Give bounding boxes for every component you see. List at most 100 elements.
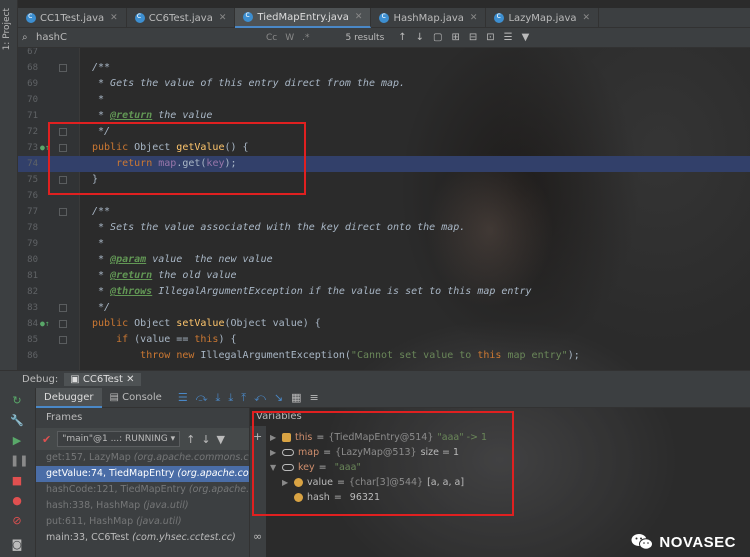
- line-number: 82: [27, 287, 38, 297]
- step-over-icon[interactable]: ⤼: [196, 391, 208, 405]
- close-icon[interactable]: ✕: [110, 13, 118, 23]
- tab-tiedmapentry[interactable]: TiedMapEntry.java ✕: [235, 8, 372, 28]
- wechat-icon: [631, 534, 654, 550]
- regex-toggle[interactable]: .*: [302, 33, 309, 43]
- search-icon[interactable]: ⌕: [22, 32, 36, 43]
- code-line: 68 /**: [18, 60, 750, 76]
- override-marker-icon[interactable]: ●↑: [40, 140, 50, 156]
- run-config-icon: ▣: [70, 374, 83, 385]
- collapse-arrow-icon[interactable]: ▼: [270, 460, 278, 475]
- tab-debugger[interactable]: Debugger: [36, 387, 102, 408]
- previous-occurrence-icon[interactable]: ↑: [398, 32, 406, 43]
- frame-package: (java.util): [143, 500, 189, 511]
- variable-eq: =: [316, 432, 325, 443]
- expand-arrow-icon[interactable]: ▶: [270, 445, 278, 460]
- arrow-down-icon[interactable]: ↓: [201, 433, 210, 446]
- debug-session-tab[interactable]: ▣ CC6Test ✕: [64, 373, 141, 386]
- fold-marker[interactable]: [59, 304, 67, 312]
- frame-item[interactable]: hash:338, HashMap (java.util): [36, 498, 249, 514]
- fold-marker[interactable]: [59, 176, 67, 184]
- layout-icon[interactable]: ≡: [310, 391, 319, 404]
- code-line: 79 *: [18, 236, 750, 252]
- code-text: }: [92, 174, 99, 185]
- force-step-into-icon[interactable]: ⤓: [228, 391, 233, 405]
- add-selection-icon[interactable]: ⊞: [452, 32, 460, 43]
- tab-console-label: Console: [122, 391, 162, 403]
- camera-icon[interactable]: ◙: [10, 538, 24, 552]
- editor-tab-bar: CC1Test.java ✕ CC6Test.java ✕ TiedMapEnt…: [18, 8, 750, 28]
- variable-row[interactable]: ▼ key = "aaa": [270, 460, 361, 475]
- java-class-icon: [26, 11, 36, 23]
- close-icon[interactable]: ✕: [583, 13, 591, 23]
- filter-icon[interactable]: ▼: [522, 32, 530, 43]
- tab-console[interactable]: ▤ Console: [102, 388, 170, 408]
- field-watch-icon: [282, 464, 294, 471]
- fold-marker[interactable]: [59, 208, 67, 216]
- override-marker-icon[interactable]: ●↑: [40, 316, 50, 332]
- run-to-cursor-icon[interactable]: ↘: [274, 391, 283, 404]
- frame-item[interactable]: hashCode:121, TiedMapEntry (org.apache.c…: [36, 482, 249, 498]
- view-breakpoints-icon[interactable]: ●: [10, 494, 24, 508]
- rerun-icon[interactable]: ↻: [10, 394, 24, 408]
- project-tool-strip[interactable]: 1: Project: [0, 0, 18, 370]
- arrow-up-icon[interactable]: ↑: [186, 433, 195, 446]
- select-all-occurrences-icon[interactable]: ▢: [433, 32, 442, 43]
- close-icon[interactable]: ✕: [126, 374, 134, 385]
- close-icon[interactable]: ✕: [219, 13, 227, 23]
- variable-row[interactable]: ▶ value = {char[3]@544} [a, a, a]: [282, 475, 464, 490]
- filter-icon[interactable]: ▼: [217, 433, 225, 446]
- code-line: 81 * @return the old value: [18, 268, 750, 284]
- object-icon: [282, 433, 291, 442]
- close-icon[interactable]: ✕: [355, 12, 363, 22]
- next-occurrence-icon[interactable]: ↓: [416, 32, 424, 43]
- frame-item[interactable]: get:157, LazyMap (org.apache.commons.co: [36, 450, 249, 466]
- stop-icon[interactable]: ■: [10, 474, 24, 488]
- fold-marker[interactable]: [59, 336, 67, 344]
- code-editor[interactable]: 67 68 /** 69 * Gets the value of this en…: [18, 48, 750, 370]
- pause-icon[interactable]: ❚❚: [10, 454, 28, 468]
- tab-hashmap[interactable]: HashMap.java ✕: [371, 8, 487, 28]
- mute-breakpoints-icon[interactable]: ⊘: [10, 514, 24, 528]
- line-number: 72: [27, 127, 38, 137]
- frame-item-selected[interactable]: getValue:74, TiedMapEntry (org.apache.co…: [36, 466, 249, 482]
- whole-words-toggle[interactable]: W: [285, 33, 294, 43]
- search-input[interactable]: [36, 32, 266, 43]
- variable-eq: =: [333, 492, 342, 503]
- fold-marker[interactable]: [59, 320, 67, 328]
- tab-cc1test[interactable]: CC1Test.java ✕: [18, 8, 127, 28]
- code-line: 80 * @param value the new value: [18, 252, 750, 268]
- remove-selection-icon[interactable]: ⊟: [469, 32, 477, 43]
- fold-marker[interactable]: [59, 64, 67, 72]
- variable-row[interactable]: hash = 96321: [294, 490, 380, 505]
- match-case-toggle[interactable]: Cc: [266, 33, 277, 43]
- filter-settings-icon[interactable]: ☰: [504, 32, 513, 43]
- resume-icon[interactable]: ▶: [10, 434, 24, 448]
- step-into-icon[interactable]: ⤓: [215, 391, 220, 405]
- project-tool-label[interactable]: 1: Project: [2, 8, 12, 50]
- tab-lazymap[interactable]: LazyMap.java ✕: [486, 8, 600, 28]
- select-all-icon[interactable]: ⊡: [486, 32, 494, 43]
- frame-item[interactable]: main:33, CC6Test (com.yhsec.cctest.cc): [36, 530, 249, 546]
- settings-icon[interactable]: 🔧: [10, 414, 24, 428]
- tab-cc6test[interactable]: CC6Test.java ✕: [127, 8, 236, 28]
- close-icon[interactable]: ✕: [470, 13, 478, 23]
- add-watch-icon[interactable]: +: [253, 430, 262, 443]
- expand-arrow-icon[interactable]: ▶: [282, 475, 290, 490]
- variable-row[interactable]: ▶ map = {LazyMap@513} size = 1: [270, 445, 459, 460]
- thread-selector-row: ✔ "main"@1 ...: RUNNING ▾ ↑ ↓ ▼: [36, 428, 249, 450]
- frame-item[interactable]: put:611, HashMap (java.util): [36, 514, 249, 530]
- drop-frame-icon[interactable]: ⤺: [254, 391, 266, 405]
- fold-marker[interactable]: [59, 144, 67, 152]
- code-line: 82 * @throws IllegalArgumentException if…: [18, 284, 750, 300]
- show-execution-point-icon[interactable]: ☰: [178, 391, 188, 404]
- thread-select[interactable]: "main"@1 ...: RUNNING ▾: [57, 431, 181, 447]
- expand-arrow-icon[interactable]: ▶: [270, 430, 278, 445]
- variable-row[interactable]: ▶ this = {TiedMapEntry@514} "aaa" -> 1: [270, 430, 487, 445]
- code-text: /**: [92, 62, 111, 73]
- evaluate-expression-icon[interactable]: ▦: [291, 391, 301, 404]
- step-out-icon[interactable]: ⤒: [241, 391, 246, 405]
- debug-label: Debug:: [22, 374, 59, 385]
- watches-icon[interactable]: ∞: [253, 530, 262, 543]
- fold-marker[interactable]: [59, 128, 67, 136]
- line-number: 71: [27, 111, 38, 121]
